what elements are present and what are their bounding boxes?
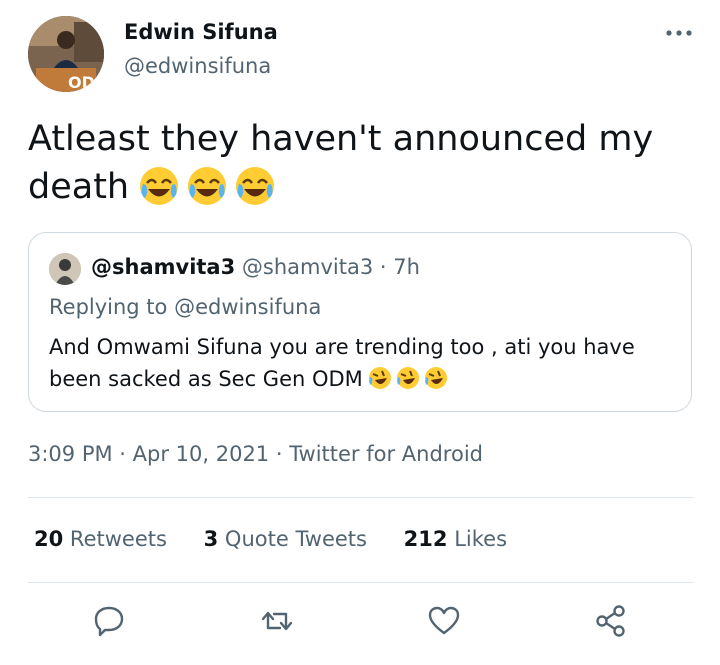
share-icon[interactable] — [594, 604, 628, 638]
quotes-label: Quote Tweets — [224, 527, 367, 551]
tweet-timestamp[interactable]: 3:09 PM · Apr 10, 2021 · Twitter for And… — [28, 442, 483, 466]
quoted-header: @shamvita3 @shamvita3 · 7h — [91, 255, 420, 279]
more-options-icon[interactable] — [664, 22, 694, 44]
quoted-emoji-group — [367, 365, 449, 391]
quoted-handle[interactable]: @shamvita3 — [242, 255, 373, 279]
author-display-name[interactable]: Edwin Sifuna — [124, 20, 278, 44]
quotes-count: 3 — [203, 527, 219, 551]
action-bar — [0, 600, 720, 644]
quoted-replying-to: Replying to @edwinsifuna — [49, 295, 321, 319]
quote-tweets-stat[interactable]: 3 Quote Tweets — [204, 527, 367, 551]
face-with-tears-of-joy-icon — [236, 167, 275, 205]
svg-text:OD: OD — [68, 73, 95, 92]
divider — [28, 582, 694, 583]
reply-icon[interactable] — [92, 604, 126, 638]
rolling-on-floor-laughing-icon — [368, 367, 391, 389]
retweets-stat[interactable]: 20 Retweets — [34, 527, 167, 551]
quoted-text: And Omwami Sifuna you are trending too ,… — [49, 331, 669, 395]
quoted-tweet-card[interactable]: @shamvita3 @shamvita3 · 7h Replying to @… — [28, 232, 692, 412]
likes-stat[interactable]: 212 Likes — [404, 527, 507, 551]
tweet-stats: 20 Retweets 3 Quote Tweets 212 Likes — [34, 527, 537, 551]
divider — [28, 497, 694, 498]
quoted-time: · 7h — [379, 255, 420, 279]
avatar[interactable]: OD — [28, 16, 104, 92]
retweet-icon[interactable] — [260, 604, 294, 638]
rolling-on-floor-laughing-icon — [424, 367, 447, 389]
quoted-text-content: And Omwami Sifuna you are trending too ,… — [49, 335, 635, 391]
tweet-text: Atleast they haven't announced my death — [28, 115, 688, 211]
tweet-text-content: Atleast they haven't announced my death — [28, 119, 654, 207]
likes-count: 212 — [403, 527, 448, 551]
likes-label: Likes — [454, 527, 508, 551]
quoted-avatar[interactable] — [49, 253, 81, 285]
retweets-count: 20 — [34, 527, 64, 551]
replying-mention-link[interactable]: @edwinsifuna — [174, 295, 321, 319]
retweets-label: Retweets — [69, 527, 167, 551]
replying-label: Replying to — [49, 295, 168, 319]
face-with-tears-of-joy-icon — [140, 167, 179, 205]
like-heart-icon[interactable] — [427, 604, 461, 638]
tweet-emoji-group — [137, 164, 277, 208]
rolling-on-floor-laughing-icon — [396, 367, 419, 389]
face-with-tears-of-joy-icon — [188, 167, 227, 205]
author-handle[interactable]: @edwinsifuna — [124, 54, 271, 78]
quoted-display-name[interactable]: @shamvita3 — [91, 255, 235, 279]
